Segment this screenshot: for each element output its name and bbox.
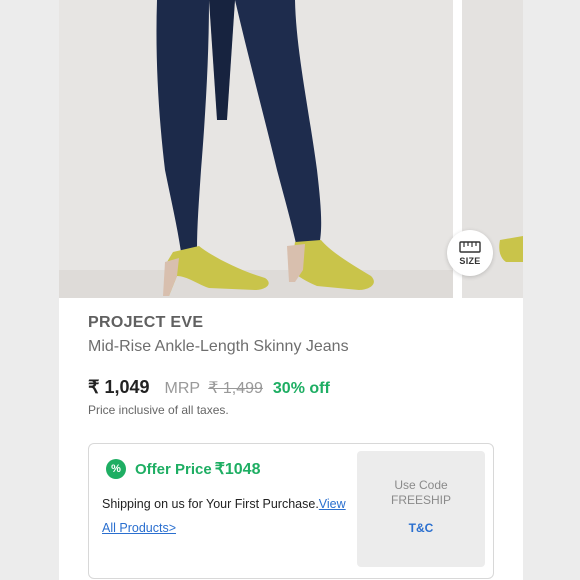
product-image[interactable] bbox=[59, 0, 453, 298]
price-row: ₹ 1,049 MRP ₹ 1,499 30% off bbox=[88, 377, 330, 398]
tax-note: Price inclusive of all taxes. bbox=[88, 403, 229, 417]
offer-label: Offer Price bbox=[135, 460, 212, 478]
product-title: Mid-Rise Ankle-Length Skinny Jeans bbox=[88, 338, 349, 355]
size-chart-button[interactable]: SIZE bbox=[447, 230, 493, 276]
ruler-icon bbox=[459, 240, 481, 253]
selling-price: ₹ 1,049 bbox=[88, 377, 150, 397]
coupon-code: FREESHIP bbox=[390, 493, 451, 507]
product-card: SIZE PROJECT EVE Mid-Rise Ankle-Length S… bbox=[59, 0, 523, 580]
mrp-label: MRP bbox=[164, 380, 200, 397]
image-gallery[interactable]: SIZE bbox=[59, 0, 523, 298]
mrp: MRP ₹ 1,499 bbox=[165, 378, 263, 398]
offer-card: % Offer Price ₹1048 Shipping on us for Y… bbox=[88, 443, 494, 579]
brand-name[interactable]: PROJECT EVE bbox=[88, 314, 203, 332]
discount-badge: 30% off bbox=[272, 380, 330, 397]
offer-description-text: Shipping on us for Your First Purchase. bbox=[102, 497, 319, 511]
offer-header: % Offer Price ₹1048 bbox=[106, 459, 260, 479]
offer-description: Shipping on us for Your First Purchase.V… bbox=[102, 492, 352, 540]
percent-badge-icon: % bbox=[106, 459, 126, 479]
mrp-value: ₹ 1,499 bbox=[208, 380, 263, 397]
size-label: SIZE bbox=[459, 255, 481, 266]
use-code-label: Use Code bbox=[394, 478, 448, 492]
model-photo bbox=[59, 0, 453, 298]
terms-link[interactable]: T&C bbox=[357, 521, 485, 535]
coupon-code-box: Use Code FREESHIP T&C bbox=[357, 451, 485, 567]
offer-price: ₹1048 bbox=[214, 461, 261, 478]
